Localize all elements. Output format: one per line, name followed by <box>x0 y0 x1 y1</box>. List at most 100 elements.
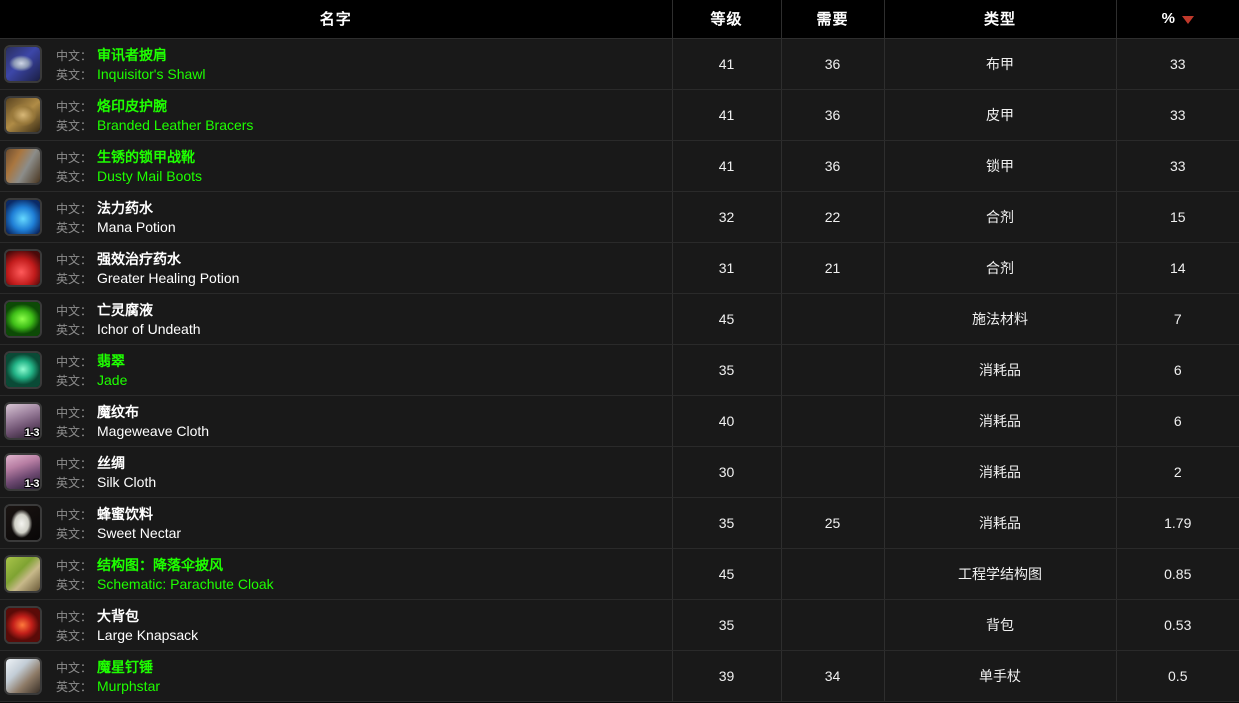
item-level-cell: 41 <box>672 89 782 141</box>
item-name-english[interactable]: Schematic: Parachute Cloak <box>97 576 274 592</box>
table-row[interactable]: 中文： 法力药水 英文： Mana Potion 32 22 合剂 15 <box>0 191 1239 243</box>
item-type-cell: 消耗品 <box>884 344 1117 396</box>
item-icon-mageweave-cloth[interactable]: 1-3 <box>4 401 42 440</box>
table-row[interactable]: 中文： 翡翠 英文： Jade 35 消耗品 6 <box>0 344 1239 396</box>
item-icon-ichor-of-undeath[interactable] <box>4 299 42 338</box>
item-drop-percent-cell: 6 <box>1116 344 1239 396</box>
column-header-type-label: 类型 <box>983 11 1016 29</box>
item-name-english-line: 英文： Large Knapsack <box>51 627 198 644</box>
item-icon-greater-healing-potion[interactable] <box>4 248 42 287</box>
item-name-english[interactable]: Ichor of Undeath <box>97 321 201 337</box>
column-header-name[interactable]: 名字 <box>0 0 673 39</box>
item-name-english-line: 英文： Branded Leather Bracers <box>51 117 253 134</box>
table-row[interactable]: 中文： 大背包 英文： Large Knapsack 35 背包 0.53 <box>0 599 1239 651</box>
item-name-english[interactable]: Mana Potion <box>97 219 176 235</box>
item-name-english-line: 英文： Jade <box>51 372 127 389</box>
table-row[interactable]: 中文： 审讯者披肩 英文： Inquisitor's Shawl 41 36 布甲 33 <box>0 38 1239 90</box>
item-name-english[interactable]: Greater Healing Potion <box>97 270 239 286</box>
english-label: 英文： <box>55 628 92 643</box>
column-header-level[interactable]: 等级 <box>672 0 782 39</box>
item-name-chinese-line: 中文： 翡翠 <box>51 351 127 371</box>
item-level-cell: 31 <box>672 242 782 294</box>
item-icon-schematic-parachute-cloak[interactable] <box>4 554 42 593</box>
item-name-chinese[interactable]: 法力药水 <box>97 198 153 218</box>
item-name-chinese[interactable]: 翡翠 <box>97 351 125 371</box>
item-name-chinese[interactable]: 魔星钉锤 <box>97 657 153 677</box>
item-type-cell: 消耗品 <box>884 446 1117 498</box>
caret-down-icon <box>1181 15 1194 24</box>
table-row[interactable]: 1-3 中文： 丝绸 英文： Silk Cloth 30 消耗品 2 <box>0 446 1239 498</box>
item-icon-murphstar[interactable] <box>4 656 42 695</box>
item-name-english-line: 英文： Inquisitor's Shawl <box>51 66 206 83</box>
item-name-chinese[interactable]: 亡灵腐液 <box>97 300 153 320</box>
item-name-cell: 中文： 烙印皮护腕英文： Branded Leather Bracers <box>0 89 673 141</box>
table-row[interactable]: 中文： 魔星钉锤 英文： Murphstar 39 34 单手杖 0.5 <box>0 650 1239 702</box>
item-drop-percent-cell: 6 <box>1116 395 1239 447</box>
item-name-chinese[interactable]: 审讯者披肩 <box>97 45 167 65</box>
item-name-chinese[interactable]: 魔纹布 <box>97 402 139 422</box>
item-name-chinese[interactable]: 烙印皮护腕 <box>97 96 167 116</box>
column-header-required[interactable]: 需要 <box>781 0 885 39</box>
item-name-english[interactable]: Sweet Nectar <box>97 525 181 541</box>
table-row[interactable]: 中文： 强效治疗药水 英文： Greater Healing Potion 31 21 合剂… <box>0 242 1239 294</box>
table-row[interactable]: 中文： 生锈的锁甲战靴 英文： Dusty Mail Boots 41 36 锁甲 33 <box>0 140 1239 192</box>
item-name-cell: 中文： 大背包 英文： Large Knapsack <box>0 599 673 651</box>
table-row[interactable]: 中文： 烙印皮护腕 英文： Branded Leather Bracers 41 36 皮甲… <box>0 89 1239 141</box>
item-name-chinese[interactable]: 蜂蜜饮料 <box>97 504 153 524</box>
item-icon-silk-cloth[interactable]: 1-3 <box>4 452 42 491</box>
item-name-english-line: 英文： Silk Cloth <box>51 474 156 491</box>
chinese-label: 中文： <box>55 201 92 216</box>
table-row[interactable]: 中文： 亡灵腐液 英文： Ichor of Undeath 45 施法材料 7 <box>0 293 1239 345</box>
item-type-cell: 锁甲 <box>884 140 1117 192</box>
item-name-cell: 中文： 审讯者披肩 英文： Inquisitor's Shawl <box>0 38 673 90</box>
table-row[interactable]: 中文： 结构图：降落伞披风 英文： Schematic: Parachute Cloa… <box>0 548 1239 600</box>
column-header-percent[interactable]: % <box>1116 0 1239 39</box>
icon-artwork <box>6 352 40 387</box>
chinese-label: 中文： <box>55 660 92 675</box>
table-row[interactable]: 1-3 中文： 魔纹布 英文： Mageweave Cloth 40 消耗品 6 <box>0 395 1239 447</box>
item-name-chinese[interactable]: 强效治疗药水 <box>97 249 181 269</box>
item-name-cell: 中文： 法力药水 英文： Mana Potion <box>0 191 673 243</box>
item-drop-percent-cell: 15 <box>1116 191 1239 243</box>
item-name-chinese-line: 中文： 强效治疗药水 <box>51 249 239 269</box>
item-name-english[interactable]: Large Knapsack <box>97 627 198 643</box>
item-name-chinese[interactable]: 丝绸 <box>97 453 125 473</box>
item-icon-branded-leather-bracers[interactable] <box>4 95 42 134</box>
item-name-chinese-line: 中文： 烙印皮护腕 <box>51 96 253 116</box>
icon-artwork <box>6 556 40 591</box>
item-icon-sweet-nectar[interactable] <box>4 503 42 542</box>
item-required-level-cell <box>781 548 885 600</box>
item-name-english[interactable]: Silk Cloth <box>97 474 156 490</box>
item-name-english[interactable]: Dusty Mail Boots <box>97 168 202 184</box>
item-name-cell: 中文： 蜂蜜饮料 英文： Sweet Nectar <box>0 497 673 549</box>
item-icon-mana-potion[interactable] <box>4 197 42 236</box>
item-icon-jade[interactable] <box>4 350 42 389</box>
item-name-chinese[interactable]: 结构图：降落伞披风 <box>97 555 223 575</box>
item-icon-inquisitors-shawl[interactable] <box>4 44 42 83</box>
item-type-cell: 布甲 <box>884 38 1117 90</box>
item-drop-percent-cell: 2 <box>1116 446 1239 498</box>
item-icon-large-knapsack[interactable] <box>4 605 42 644</box>
chinese-label: 中文： <box>55 405 92 420</box>
item-required-level-cell: 36 <box>781 89 885 141</box>
column-header-type[interactable]: 类型 <box>884 0 1117 39</box>
item-level-cell: 41 <box>672 38 782 90</box>
item-name-english[interactable]: Branded Leather Bracers <box>97 117 253 133</box>
item-name-chinese[interactable]: 大背包 <box>97 606 139 626</box>
chinese-label: 中文： <box>55 150 92 165</box>
item-name-english[interactable]: Mageweave Cloth <box>97 423 209 439</box>
item-name-english[interactable]: Murphstar <box>97 678 160 694</box>
item-name-chinese-line: 中文： 生锈的锁甲战靴 <box>51 147 202 167</box>
item-name-english-line: 英文： Mana Potion <box>51 219 176 236</box>
item-type-cell: 合剂 <box>884 191 1117 243</box>
item-name-chinese[interactable]: 生锈的锁甲战靴 <box>97 147 195 167</box>
icon-artwork <box>6 46 40 81</box>
item-required-level-cell <box>781 395 885 447</box>
column-header-level-label: 等级 <box>710 11 743 29</box>
table-row[interactable]: 中文： 蜂蜜饮料 英文： Sweet Nectar 35 25 消耗品 1.79 <box>0 497 1239 549</box>
item-name-english[interactable]: Jade <box>97 372 127 388</box>
item-name-english[interactable]: Inquisitor's Shawl <box>97 66 206 82</box>
item-icon-dusty-mail-boots[interactable] <box>4 146 42 185</box>
english-label: 英文： <box>55 118 92 133</box>
table-header-row: 名字 等级 需要 类型 % <box>0 0 1239 39</box>
